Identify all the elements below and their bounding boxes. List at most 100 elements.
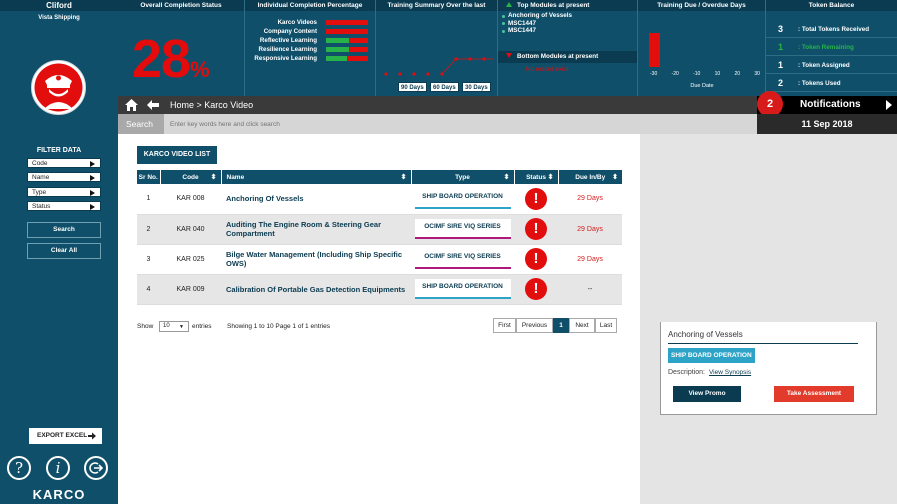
top-modules-list: Anchoring of Vessels MSC1447 MSC1447 bbox=[498, 12, 637, 35]
arrow-right-icon bbox=[88, 432, 96, 440]
video-table: Sr No. Code ⬍ Name ⬍ Type ⬍ Status ⬍ Due In/… bbox=[137, 170, 622, 305]
days-90-button[interactable]: 90 Days bbox=[398, 82, 427, 92]
help-icon[interactable]: ? bbox=[7, 456, 31, 480]
days-60-button[interactable]: 60 Days bbox=[430, 82, 459, 92]
col-type[interactable]: Type ⬍ bbox=[411, 170, 515, 184]
detail-card: Anchoring of Vessels SHIP BOARD OPERATIO… bbox=[660, 322, 877, 415]
filter-search-button[interactable]: Search bbox=[27, 222, 101, 238]
table-row[interactable]: 4 KAR 009 Calibration Of Portable Gas Dete… bbox=[137, 274, 622, 305]
sort-icon: ⬍ bbox=[210, 174, 217, 181]
triangle-right-icon bbox=[90, 190, 95, 196]
top-module-item: MSC1447 bbox=[498, 20, 637, 28]
clear-all-button[interactable]: Clear All bbox=[27, 243, 101, 259]
token-label: : Token Remaining bbox=[798, 44, 854, 51]
next-page-button[interactable]: Next bbox=[569, 318, 595, 333]
last-page-button[interactable]: Last bbox=[595, 318, 617, 333]
due-tick: -20 bbox=[671, 71, 679, 77]
export-excel-button[interactable]: EXPORT EXCEL bbox=[29, 428, 102, 444]
completion-bar-fill bbox=[326, 47, 350, 52]
sort-icon: ⬍ bbox=[612, 174, 618, 181]
summary-point bbox=[412, 72, 416, 76]
table-row[interactable]: 2 KAR 040 Auditing The Engine Room & Steer… bbox=[137, 214, 622, 245]
sort-icon: ⬍ bbox=[400, 174, 407, 181]
filter-status[interactable]: Status bbox=[27, 201, 101, 211]
breadcrumb-bar: Home > Karco Video bbox=[118, 96, 757, 114]
cell-name[interactable]: Calibration Of Portable Gas Detection Eq… bbox=[221, 274, 411, 305]
info-icon[interactable]: i bbox=[46, 456, 70, 480]
overdue-bar bbox=[649, 33, 660, 67]
detail-divider bbox=[668, 343, 858, 344]
first-page-button[interactable]: First bbox=[493, 318, 516, 333]
view-synopsis-link[interactable]: View Synopsis bbox=[709, 369, 751, 376]
notifications-bar[interactable]: 2 Notifications bbox=[757, 91, 897, 117]
token-row: 1: Token Assigned bbox=[766, 57, 897, 74]
table-row[interactable]: 3 KAR 025 Bilge Water Management (Includin… bbox=[137, 244, 622, 275]
summary-point bbox=[384, 72, 388, 76]
search-input[interactable] bbox=[170, 118, 470, 130]
token-count: 3 bbox=[778, 24, 784, 34]
current-date: 11 Sep 2018 bbox=[757, 114, 897, 134]
logout-icon[interactable] bbox=[84, 456, 108, 480]
cell-name[interactable]: Auditing The Engine Room & Steering Gear… bbox=[221, 214, 411, 245]
back-arrow-icon[interactable] bbox=[147, 100, 159, 110]
completion-row-label: Responsive Learning bbox=[254, 55, 317, 62]
cell-status: ! bbox=[514, 214, 558, 245]
top-module-item: MSC1447 bbox=[498, 27, 637, 35]
view-promo-button[interactable]: View Promo bbox=[673, 386, 741, 402]
summary-point bbox=[440, 72, 444, 76]
due-axis-label: Due Date bbox=[690, 83, 714, 89]
bottom-modules-header: Bottom Modules at present bbox=[498, 51, 637, 63]
col-status[interactable]: Status ⬍ bbox=[514, 170, 559, 184]
filter-type[interactable]: Type bbox=[27, 187, 101, 197]
token-label: : Token Assigned bbox=[798, 62, 850, 69]
main-content: KARCO VIDEO LIST Sr No. Code ⬍ Name ⬍ Type… bbox=[118, 134, 640, 504]
alert-icon: ! bbox=[525, 218, 547, 240]
take-assessment-button[interactable]: Take Assessment bbox=[774, 386, 854, 402]
individual-completion-panel: Individual Completion Percentage Karco V… bbox=[245, 0, 376, 96]
col-code[interactable]: Code ⬍ bbox=[160, 170, 222, 184]
col-code-label: Code bbox=[182, 173, 199, 181]
cell-status: ! bbox=[514, 184, 558, 215]
due-ticks: -30 -20 -10 10 20 30 bbox=[650, 71, 760, 77]
completion-row-label: Resilience Learning bbox=[258, 46, 317, 53]
cell-sr: 1 bbox=[137, 184, 160, 215]
search-bar: Search bbox=[118, 114, 757, 134]
entries-select[interactable]: 10 ▼ bbox=[159, 321, 189, 332]
col-due[interactable]: Due In/By ⬍ bbox=[558, 170, 622, 184]
days-30-button[interactable]: 30 Days bbox=[462, 82, 491, 92]
cell-name[interactable]: Anchoring Of Vessels bbox=[221, 184, 411, 215]
col-type-label: Type bbox=[455, 173, 470, 181]
cell-sr: 3 bbox=[137, 244, 160, 275]
filter-code[interactable]: Code bbox=[27, 158, 101, 168]
previous-page-button[interactable]: Previous bbox=[516, 318, 553, 333]
company-name: Vista Shipping bbox=[38, 15, 80, 21]
alert-icon: ! bbox=[525, 248, 547, 270]
due-tick: -30 bbox=[650, 71, 658, 77]
top-modules-title: Top Modules at present bbox=[517, 2, 590, 9]
table-row[interactable]: 1 KAR 008 Anchoring Of Vessels SHIP BOARD O… bbox=[137, 184, 622, 215]
page-1-button[interactable]: 1 bbox=[553, 318, 569, 333]
triangle-right-icon bbox=[886, 100, 892, 110]
pagination-info: Showing 1 to 10 Page 1 of 1 entries bbox=[227, 323, 330, 330]
caret-down-icon: ▼ bbox=[179, 324, 184, 330]
export-excel-label: EXPORT EXCEL bbox=[37, 432, 88, 439]
top-module-item: Anchoring of Vessels bbox=[498, 12, 637, 20]
col-name[interactable]: Name ⬍ bbox=[221, 170, 412, 184]
token-label: : Total Tokens Received bbox=[798, 26, 870, 33]
alert-icon: ! bbox=[525, 187, 547, 210]
col-name-label: Name bbox=[226, 173, 245, 181]
captain-icon bbox=[34, 63, 83, 112]
notifications-label: Notifications bbox=[800, 99, 861, 110]
karco-logo: KARCO bbox=[32, 487, 86, 502]
home-icon[interactable] bbox=[125, 99, 138, 111]
completion-row-label: Reflective Learning bbox=[259, 37, 317, 44]
col-sr[interactable]: Sr No. bbox=[137, 170, 161, 184]
cell-due: -- bbox=[558, 274, 622, 305]
completion-bar-fill bbox=[326, 56, 347, 61]
cell-name[interactable]: Bilge Water Management (Including Ship S… bbox=[221, 244, 411, 275]
avatar[interactable] bbox=[31, 60, 86, 115]
filter-type-label: Type bbox=[32, 189, 47, 196]
search-label: Search bbox=[118, 114, 164, 134]
detail-description: Description: View Synopsis bbox=[668, 369, 751, 376]
filter-name[interactable]: Name bbox=[27, 172, 101, 182]
